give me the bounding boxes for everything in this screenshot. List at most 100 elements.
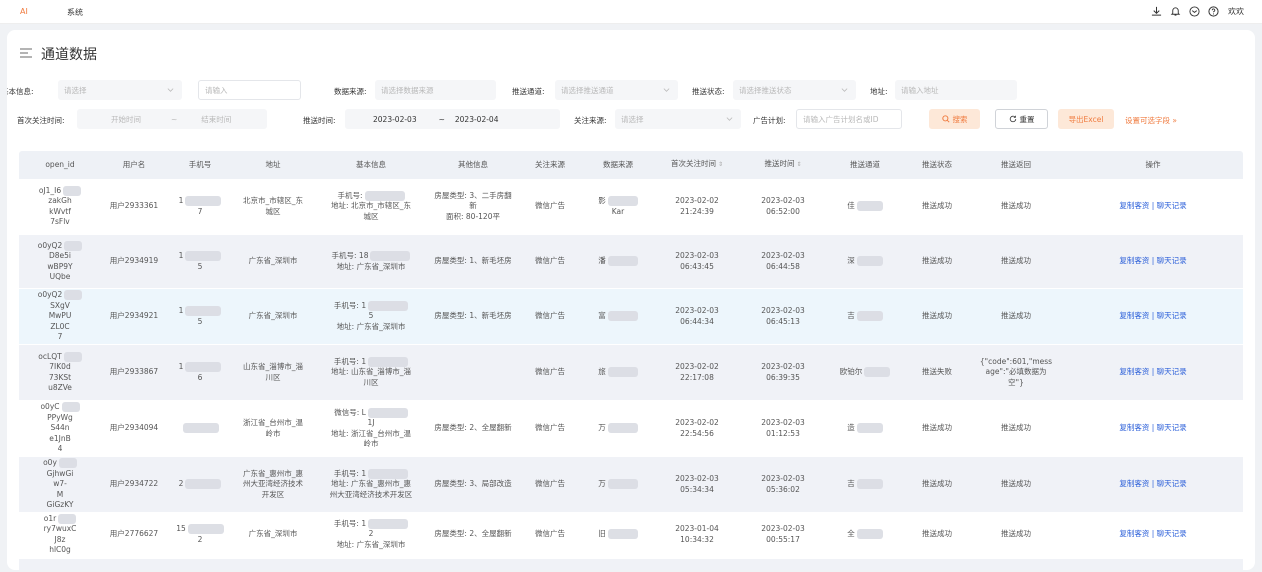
column-header-label: 推送时间 <box>764 159 795 169</box>
follow-source-select[interactable]: 请选择 <box>615 109 741 129</box>
cell-follow-source: 微信广告 <box>517 529 583 540</box>
table-row: o0yC PPyWg S44n e1JnB 4 用户2934094 浙江省_台州市_温 岭市微… <box>19 401 1243 457</box>
cell-address: 广东省_深圳市 <box>233 311 313 322</box>
cell-text: 城区 <box>265 206 281 216</box>
reset-button[interactable]: 重置 <box>995 109 1048 129</box>
copy-lead-link[interactable]: 复制客资 <box>1119 423 1149 432</box>
cell-other-info: 房屋类型: 3、局部改造 <box>429 479 517 490</box>
cell-text: 微信广告 <box>535 423 565 433</box>
copy-lead-link[interactable]: 复制客资 <box>1119 201 1149 210</box>
cell-line: 2023-02-03 <box>656 251 738 262</box>
basic-info-input[interactable]: 请输入 <box>198 80 301 100</box>
redacted-block <box>185 251 222 261</box>
cell-basic-info: 手机号: 18 地址: 广东省_深圳市 <box>313 251 429 272</box>
cell-line: 推送成功 <box>972 529 1060 540</box>
chat-history-link[interactable]: 聊天记录 <box>1157 256 1187 265</box>
cell-text: 空"} <box>1008 377 1024 387</box>
push-status-select[interactable]: 请选择推送状态 <box>733 80 856 100</box>
cell-line: 岭市 <box>236 429 310 440</box>
cell-push-status: 推送成功 <box>905 529 969 540</box>
tab-ai[interactable]: AI <box>20 7 28 16</box>
ad-plan-input[interactable]: 请输入广告计划名或ID <box>796 109 902 129</box>
cell-push-return: {"code":601,"mess age":"必填数据为 空"} <box>969 357 1063 389</box>
help-icon[interactable] <box>1207 5 1219 17</box>
column-header-follow-source: 关注来源 <box>517 160 583 171</box>
redacted-block <box>63 351 82 362</box>
cell-push-time: 2023-02-03 00:55:17 <box>741 524 825 545</box>
column-header-first-follow-time[interactable]: 首次关注时间 ⇕ <box>653 159 741 171</box>
cell-actions: 复制客资 | 聊天记录 <box>1063 201 1243 212</box>
redacted-block <box>368 300 409 311</box>
cell-line: 房屋类型: 1、新毛坯房 <box>432 256 514 267</box>
cell-line: wBP9Y <box>22 262 98 273</box>
chat-history-link[interactable]: 聊天记录 <box>1157 201 1187 210</box>
cell-text: 房屋类型: 3、局部改造 <box>434 479 512 489</box>
cell-text: 旅 <box>598 367 606 377</box>
copy-lead-link[interactable]: 复制客资 <box>1119 529 1149 538</box>
data-source-select[interactable]: 请选择数据来源 <box>375 80 496 100</box>
menu-icon[interactable] <box>19 47 33 61</box>
copy-lead-link[interactable]: 复制客资 <box>1119 367 1149 376</box>
chat-history-link[interactable]: 聊天记录 <box>1157 423 1187 432</box>
cell-line: 6 <box>170 373 230 384</box>
cell-text: 21:24:39 <box>680 206 714 216</box>
action-separator: | <box>1149 367 1157 377</box>
cell-first-follow-time: 2023-02-02 22:54:56 <box>653 418 741 439</box>
column-header-push-return: 推送返回 <box>969 160 1063 171</box>
mail-icon[interactable] <box>1188 5 1200 17</box>
user-name[interactable]: 欢欢 <box>1228 6 1244 17</box>
download-icon[interactable] <box>1150 5 1162 17</box>
cell-line: 2023-02-03 <box>744 196 822 207</box>
cell-push-channel: 造 <box>825 423 905 434</box>
address-label: 地址: <box>870 87 888 96</box>
address-input[interactable]: 请输入地址 <box>895 80 1017 100</box>
search-button[interactable]: 搜索 <box>929 109 980 129</box>
chat-history-link[interactable]: 聊天记录 <box>1157 529 1187 538</box>
cell-text: 2023-02-02 <box>675 418 719 427</box>
cell-line: 地址: 广东省_深圳市 <box>316 262 426 273</box>
push-channel-select[interactable]: 请选择推送通道 <box>555 80 678 100</box>
cell-text: 旧 <box>598 529 606 539</box>
column-header-push-time[interactable]: 推送时间 ⇕ <box>741 159 825 171</box>
export-excel-button[interactable]: 导出Excel <box>1058 109 1114 129</box>
cell-text: 73KSt <box>48 372 72 382</box>
cell-text: {"code":601,"mess <box>979 356 1053 366</box>
column-header-label: 用户名 <box>122 159 146 169</box>
chat-history-link[interactable]: 聊天记录 <box>1157 367 1187 376</box>
sort-icon[interactable]: ⇕ <box>718 161 723 168</box>
copy-lead-link[interactable]: 复制客资 <box>1119 256 1149 265</box>
sort-icon[interactable]: ⇕ <box>796 161 801 168</box>
bell-icon[interactable] <box>1169 5 1181 17</box>
top-bar: AI 系统 欢欢 <box>0 0 1262 24</box>
cell-line: 推送成功 <box>908 423 966 434</box>
table-header: open_id 用户名 手机号 地址 基本信息 其他信息 关注来源 数据来源 首次关注时间 ⇕ 推送… <box>19 151 1243 179</box>
first-follow-range[interactable]: 开始时间 ~ 结束时间 <box>77 109 267 129</box>
cell-line: 地址: 山东省_淄博市_淄 <box>316 367 426 378</box>
tab-system[interactable]: 系统 <box>67 7 83 18</box>
basic-info-select[interactable]: 请选择 <box>58 80 182 100</box>
cell-line: 手机号: 18 <box>316 251 426 262</box>
push-time-range[interactable]: 2023-02-03 ~ 2023-02-04 <box>345 109 560 129</box>
set-fields-link[interactable]: 设置可选字段 » <box>1125 115 1177 126</box>
cell-text: 推送成功 <box>922 423 952 433</box>
cell-line: 岭市 <box>316 439 426 450</box>
cell-text: age":"必填数据为 <box>985 367 1047 377</box>
cell-other-info: 房屋类型: 2、全屋翻新 <box>429 423 517 434</box>
cell-text: o0yQ2 <box>37 290 63 300</box>
cell-text: GjhwGi <box>46 468 74 478</box>
main-panel: 通道数据 基本信息: 请选择 请输入 数据来源: 请选择数据来源 推送通道: 请… <box>7 30 1255 570</box>
cell-text: 推送成功 <box>1001 529 1031 539</box>
cell-push-return: 推送成功 <box>969 529 1063 540</box>
cell-basic-info: 手机号: 1 地址: 山东省_淄博市_淄 川区 <box>313 356 429 389</box>
copy-lead-link[interactable]: 复制客资 <box>1119 311 1149 320</box>
redacted-block <box>607 311 638 322</box>
chat-history-link[interactable]: 聊天记录 <box>1157 479 1187 488</box>
cell-line: 06:44:34 <box>656 317 738 328</box>
copy-lead-link[interactable]: 复制客资 <box>1119 479 1149 488</box>
cell-line: kWvtf <box>22 207 98 218</box>
cell-username: 用户2934722 <box>101 479 167 490</box>
chat-history-link[interactable]: 聊天记录 <box>1157 311 1187 320</box>
redacted-block <box>607 423 638 434</box>
column-header-label: 推送返回 <box>1001 159 1031 169</box>
cell-text: S44n <box>50 423 70 433</box>
